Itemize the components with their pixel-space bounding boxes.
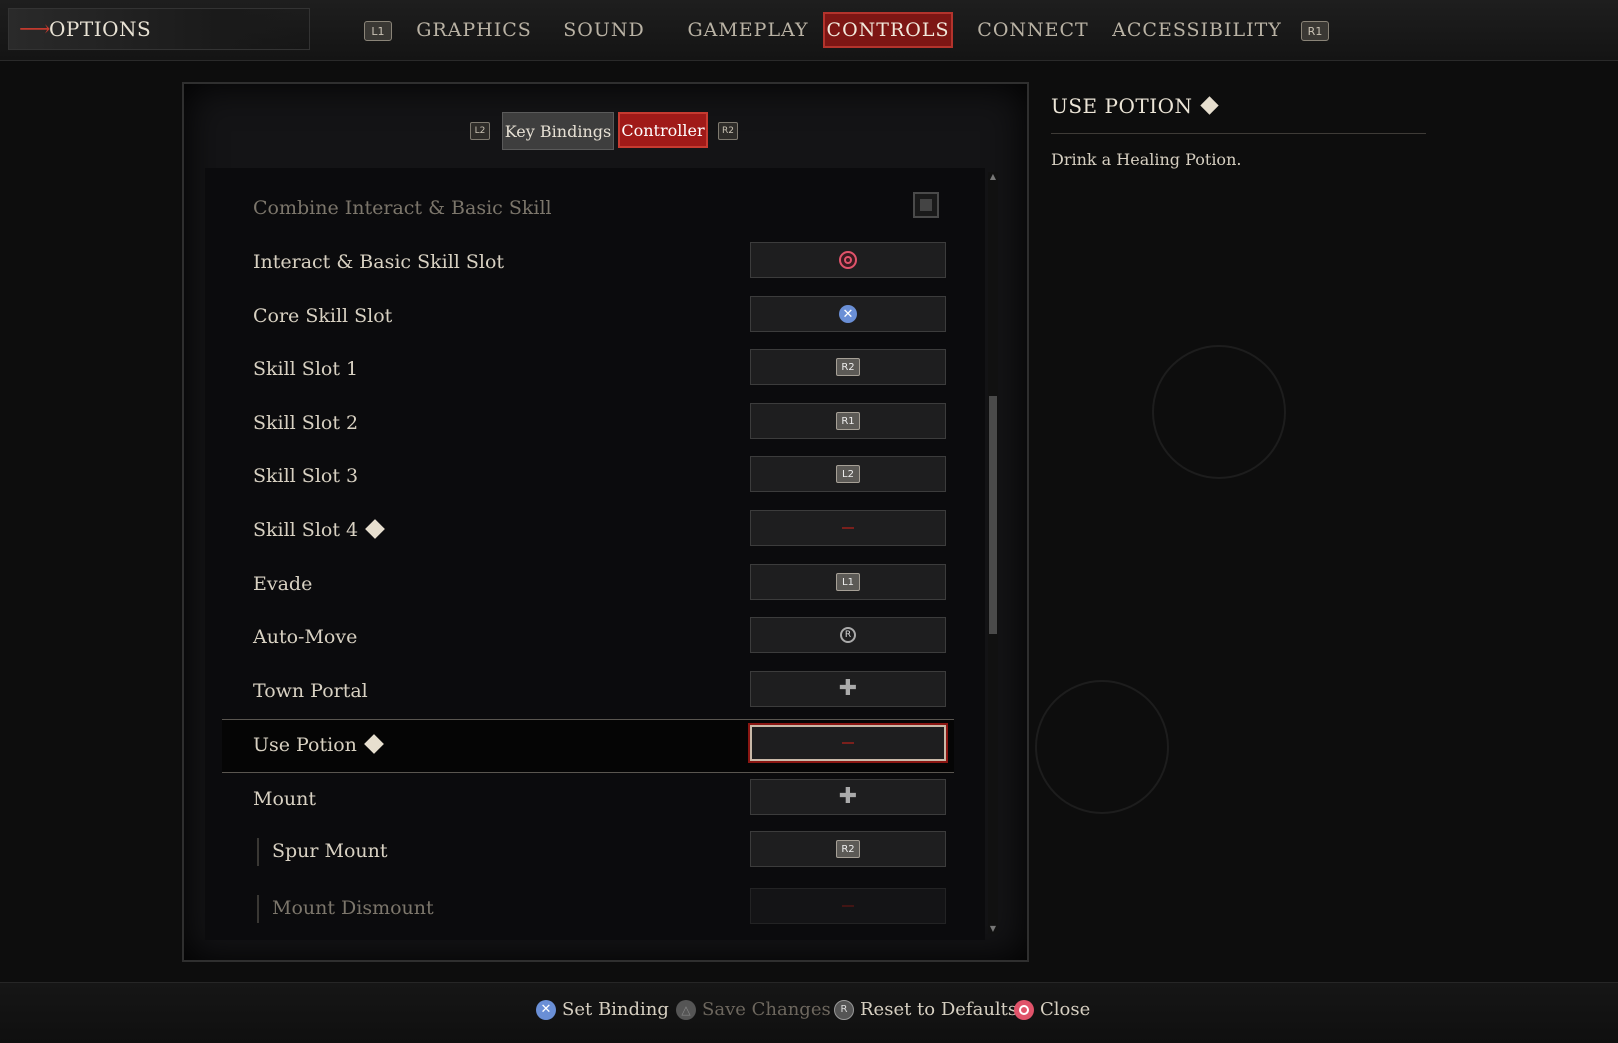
scrollbar[interactable]: ▲ ▼ (988, 172, 998, 934)
binding-row-skill-slot-2[interactable]: Skill Slot 2 R1 (222, 398, 954, 448)
sub-item-indent (257, 895, 259, 923)
binding-slot[interactable]: R2 (750, 831, 946, 867)
binding-row-skill-slot-3[interactable]: Skill Slot 3 L2 (222, 451, 954, 501)
binding-label: Core Skill Slot (253, 305, 393, 327)
warning-diamond-icon (365, 519, 385, 539)
binding-row-auto-move[interactable]: Auto-Move R (222, 612, 954, 662)
cross-button-icon: ✕ (536, 999, 556, 1020)
r2-key-icon: R2 (836, 358, 860, 376)
binding-slot[interactable]: ✕ (750, 296, 946, 332)
tab-graphics[interactable]: GRAPHICS (414, 12, 534, 48)
binding-label: Interact & Basic Skill Slot (253, 251, 505, 273)
set-binding-label: Set Binding (562, 999, 669, 1020)
save-changes-label: Save Changes (702, 999, 831, 1020)
top-nav-bar: ⟶ OPTIONS L1 GRAPHICS SOUND GAMEPLAY CON… (0, 0, 1618, 61)
warning-diamond-icon (1199, 96, 1219, 115)
save-changes-action[interactable]: △ Save Changes (676, 999, 831, 1020)
binding-row-skill-slot-1[interactable]: Skill Slot 1 R2 (222, 344, 954, 394)
binding-row-combine-interact[interactable]: Combine Interact & Basic Skill (222, 183, 954, 233)
tab-key-bindings[interactable]: Key Bindings (502, 112, 614, 150)
binding-label: Combine Interact & Basic Skill (253, 197, 552, 219)
close-action[interactable]: Close (1014, 999, 1090, 1020)
binding-slot[interactable]: R1 (750, 403, 946, 439)
options-label: OPTIONS (49, 17, 152, 41)
tab-sound[interactable]: SOUND (558, 12, 650, 48)
binding-row-use-potion[interactable]: Use Potion (222, 719, 954, 773)
binding-row-evade[interactable]: Evade L1 (222, 559, 954, 609)
binding-slot[interactable]: L2 (750, 456, 946, 492)
binding-row-town-portal[interactable]: Town Portal ✚ (222, 666, 954, 716)
warning-diamond-icon (363, 734, 384, 754)
binding-slot[interactable] (750, 242, 946, 278)
binding-label: Town Portal (253, 680, 368, 702)
binding-label: Mount (253, 788, 317, 810)
binding-label: Evade (253, 573, 313, 595)
binding-slot[interactable]: R (750, 617, 946, 653)
right-stick-icon: R (840, 627, 856, 643)
unbound-dash-icon (842, 527, 854, 529)
tab-accessibility[interactable]: ACCESSIBILITY (1112, 12, 1281, 48)
close-label: Close (1040, 999, 1091, 1020)
back-arrow-icon: ⟶ (19, 16, 51, 42)
options-back-button[interactable]: ⟶ OPTIONS (8, 8, 310, 50)
tab-controls[interactable]: CONTROLS (823, 12, 953, 48)
binding-label: Spur Mount (272, 840, 388, 862)
info-divider (1051, 133, 1426, 134)
binding-slot-selected[interactable] (750, 725, 946, 761)
r2-key-icon: R2 (836, 840, 860, 858)
unbound-dash-icon (842, 742, 854, 744)
unbound-dash-icon (842, 905, 854, 907)
circle-button-icon (839, 251, 857, 269)
tab-controller[interactable]: Controller (618, 112, 708, 148)
binding-slot[interactable]: L1 (750, 564, 946, 600)
reset-defaults-label: Reset to Defaults (860, 999, 1018, 1020)
binding-label: Skill Slot 3 (253, 465, 359, 487)
combine-checkbox[interactable] (913, 192, 939, 218)
binding-slot[interactable]: ✚ (750, 671, 946, 707)
decorative-emblem (1152, 345, 1286, 479)
sub-item-indent (257, 838, 259, 866)
decorative-emblem (1035, 680, 1169, 814)
reset-defaults-action[interactable]: R Reset to Defaults (834, 999, 1017, 1020)
binding-row-mount-dismount[interactable]: Mount Dismount (222, 883, 954, 933)
l1-shoulder-icon[interactable]: L1 (364, 21, 392, 41)
r2-trigger-icon[interactable]: R2 (718, 122, 738, 140)
right-stick-icon: R (834, 999, 854, 1020)
r1-key-icon: R1 (836, 412, 860, 430)
binding-label: Skill Slot 1 (253, 358, 359, 380)
binding-label: Auto-Move (253, 626, 358, 648)
binding-label: Mount Dismount (272, 897, 434, 919)
binding-slot[interactable]: ✚ (750, 779, 946, 815)
binding-row-core-skill[interactable]: Core Skill Slot ✕ (222, 291, 954, 341)
info-title: USE POTION (1051, 94, 1219, 118)
l1-key-icon: L1 (836, 573, 860, 591)
binding-row-interact-basic[interactable]: Interact & Basic Skill Slot (222, 237, 954, 287)
binding-row-spur-mount[interactable]: Spur Mount R2 (222, 826, 954, 876)
dpad-icon: ✚ (838, 676, 858, 701)
tab-connect[interactable]: CONNECT (977, 12, 1088, 48)
binding-label: Skill Slot 2 (253, 412, 359, 434)
footer-bar: ✕ Set Binding △ Save Changes R Reset to … (0, 982, 1618, 1043)
l2-trigger-icon[interactable]: L2 (470, 122, 490, 140)
l2-key-icon: L2 (836, 465, 860, 483)
binding-row-skill-slot-4[interactable]: Skill Slot 4 (222, 505, 954, 555)
binding-label: Use Potion (253, 734, 357, 756)
set-binding-action[interactable]: ✕ Set Binding (536, 999, 669, 1020)
circle-button-icon (1014, 999, 1034, 1020)
binding-slot[interactable]: R2 (750, 349, 946, 385)
binding-label: Skill Slot 4 (253, 519, 359, 541)
info-title-text: USE POTION (1051, 94, 1193, 118)
cross-button-icon: ✕ (839, 305, 857, 323)
r1-shoulder-icon[interactable]: R1 (1301, 21, 1329, 41)
binding-slot[interactable] (750, 888, 946, 924)
dpad-icon: ✚ (838, 784, 858, 809)
scroll-down-icon[interactable]: ▼ (988, 924, 998, 934)
scroll-up-icon[interactable]: ▲ (988, 172, 998, 182)
scrollbar-thumb[interactable] (989, 396, 997, 634)
tab-gameplay[interactable]: GAMEPLAY (680, 12, 816, 48)
info-description: Drink a Healing Potion. (1051, 150, 1242, 169)
binding-row-mount[interactable]: Mount ✚ (222, 774, 954, 824)
triangle-button-icon: △ (676, 999, 696, 1020)
binding-slot[interactable] (750, 510, 946, 546)
